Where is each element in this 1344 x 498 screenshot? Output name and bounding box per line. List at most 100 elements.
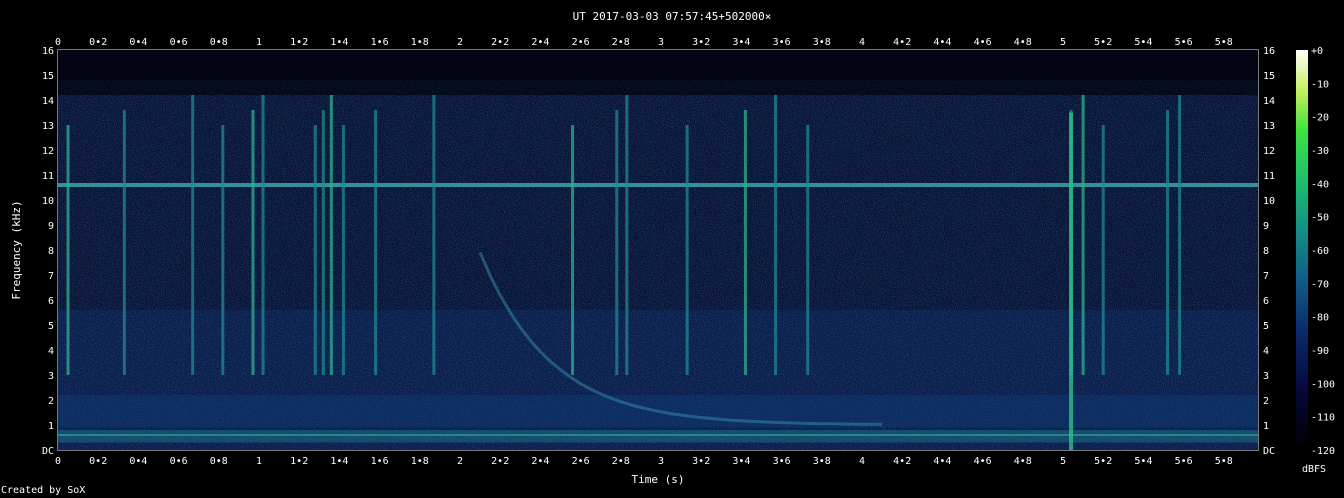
x-tick-label-top: 0•6: [170, 37, 188, 48]
x-tick-label-top: 1•6: [371, 37, 389, 48]
spectrogram-top-fade: [58, 50, 1258, 95]
x-tick-label-bottom: 5•4: [1134, 456, 1152, 467]
y-tick-label-left: 12: [42, 146, 54, 157]
impulse-line: [261, 95, 265, 375]
colorbar-tick-label: -50: [1311, 213, 1329, 224]
x-tick-label-bottom: 0•8: [210, 456, 228, 467]
y-tick-label-left: 3: [48, 371, 54, 382]
x-tick-label-bottom: 4•8: [1014, 456, 1032, 467]
credit-text: Created by SoX: [1, 485, 86, 496]
x-tick-label-top: 2•2: [491, 37, 509, 48]
x-tick-label-top: 5•8: [1215, 37, 1233, 48]
x-tick-label-top: 5•2: [1094, 37, 1112, 48]
y-tick-label-left: 10: [42, 196, 54, 207]
y-tick-label-left: 8: [48, 246, 54, 257]
colorbar-tick-label: -40: [1311, 179, 1329, 190]
x-tick-label-top: 1•8: [411, 37, 429, 48]
impulse-line: [774, 95, 778, 375]
colorbar-tick-label: -100: [1311, 379, 1335, 390]
x-tick-label-bottom: 2•6: [572, 456, 590, 467]
x-tick-label-bottom: 2•2: [491, 456, 509, 467]
y-tick-label-left: 2: [48, 396, 54, 407]
y-tick-label-right: 1: [1263, 421, 1269, 432]
x-tick-label-top: 0•2: [89, 37, 107, 48]
y-tick-label-right: 10: [1263, 196, 1275, 207]
strong-impulse-line: [1069, 112, 1074, 450]
x-tick-label-bottom: 1: [256, 456, 262, 467]
colorbar-tick-label: -10: [1311, 79, 1329, 90]
x-tick-label-top: 3•8: [813, 37, 831, 48]
x-tick-label-top: 2•8: [612, 37, 630, 48]
impulse-line: [122, 110, 126, 375]
x-tick-label-bottom: 3: [658, 456, 664, 467]
x-tick-label-top: 4•2: [893, 37, 911, 48]
x-tick-label-top: 1•4: [330, 37, 348, 48]
impulse-line: [66, 125, 70, 375]
y-tick-label-right: 4: [1263, 346, 1269, 357]
x-tick-label-bottom: 0•4: [129, 456, 147, 467]
colorbar-gradient: [1296, 50, 1308, 450]
y-tick-label-left: 5: [48, 321, 54, 332]
impulse-line: [1166, 110, 1170, 375]
y-tick-label-left: 16: [42, 46, 54, 57]
impulse-line: [432, 95, 436, 375]
y-axis-label: Frequency (kHz): [10, 200, 23, 299]
impulse-line: [341, 125, 345, 375]
x-tick-label-bottom: 1•6: [371, 456, 389, 467]
x-tick-label-top: 1: [256, 37, 262, 48]
impulse-line: [1081, 95, 1085, 375]
y-tick-label-left: 6: [48, 296, 54, 307]
x-tick-label-bottom: 4•4: [933, 456, 951, 467]
colorbar-label: dBFS: [1302, 464, 1326, 475]
x-tick-label-bottom: 4•2: [893, 456, 911, 467]
x-tick-label-bottom: 2•4: [531, 456, 549, 467]
constant-tone-line: [58, 183, 1258, 187]
impulse-line: [1178, 95, 1182, 375]
x-tick-label-top: 2: [457, 37, 463, 48]
x-tick-label-bottom: 3•2: [692, 456, 710, 467]
y-tick-label-right: 2: [1263, 396, 1269, 407]
low-frequency-band: [58, 430, 1258, 443]
y-tick-label-right: 15: [1263, 71, 1275, 82]
colorbar-tick-label: +0: [1311, 46, 1323, 57]
x-tick-label-bottom: 0: [55, 456, 61, 467]
x-tick-label-top: 3•4: [732, 37, 750, 48]
x-tick-label-bottom: 3•4: [732, 456, 750, 467]
colorbar-tick-label: -60: [1311, 246, 1329, 257]
y-tick-labels-left: DC12345678910111213141516: [42, 46, 54, 457]
impulse-line: [374, 110, 378, 375]
colorbar-tick-label: -80: [1311, 313, 1329, 324]
x-tick-label-top: 2•6: [572, 37, 590, 48]
y-tick-label-right: 14: [1263, 96, 1275, 107]
x-tick-label-top: 4•8: [1014, 37, 1032, 48]
colorbar-tick-labels: +0 -10 -20 -30 -40 -50 -60 -70 -80 -90 -100 -110 -12…: [1311, 46, 1335, 457]
x-tick-label-top: 1•2: [290, 37, 308, 48]
x-tick-label-bottom: 0•6: [170, 456, 188, 467]
colorbar-tick-label: -30: [1311, 146, 1329, 157]
impulse-line: [806, 125, 810, 375]
y-tick-label-left: 14: [42, 96, 54, 107]
impulse-line: [321, 110, 325, 375]
y-tick-label-left: 9: [48, 221, 54, 232]
impulse-line: [571, 125, 575, 375]
y-tick-label-right: 9: [1263, 221, 1269, 232]
y-tick-label-right: 6: [1263, 296, 1269, 307]
x-tick-label-bottom: 2: [457, 456, 463, 467]
impulse-line: [1101, 125, 1105, 375]
y-tick-label-right: 11: [1263, 171, 1275, 182]
plot-area: [57, 49, 1259, 451]
x-tick-label-bottom: 1•8: [411, 456, 429, 467]
colorbar-tick-label: -70: [1311, 279, 1329, 290]
y-tick-label-right: DC: [1263, 446, 1275, 457]
impulse-line: [191, 95, 195, 375]
x-tick-label-top: 0•4: [129, 37, 147, 48]
x-tick-label-top: 0•8: [210, 37, 228, 48]
x-tick-label-bottom: 5•6: [1175, 456, 1193, 467]
x-tick-label-bottom: 3•8: [813, 456, 831, 467]
x-tick-labels-top: 0 0•2 0•4 0•6 0•8 1 1•2 1•4 1•6 1•8 2 2•2 2•4 2•6 2•8 3…: [55, 37, 1233, 48]
y-tick-label-left: 15: [42, 71, 54, 82]
x-tick-label-bottom: 0•2: [89, 456, 107, 467]
y-tick-label-right: 13: [1263, 121, 1275, 132]
y-tick-label-right: 3: [1263, 371, 1269, 382]
x-tick-label-top: 4•6: [974, 37, 992, 48]
